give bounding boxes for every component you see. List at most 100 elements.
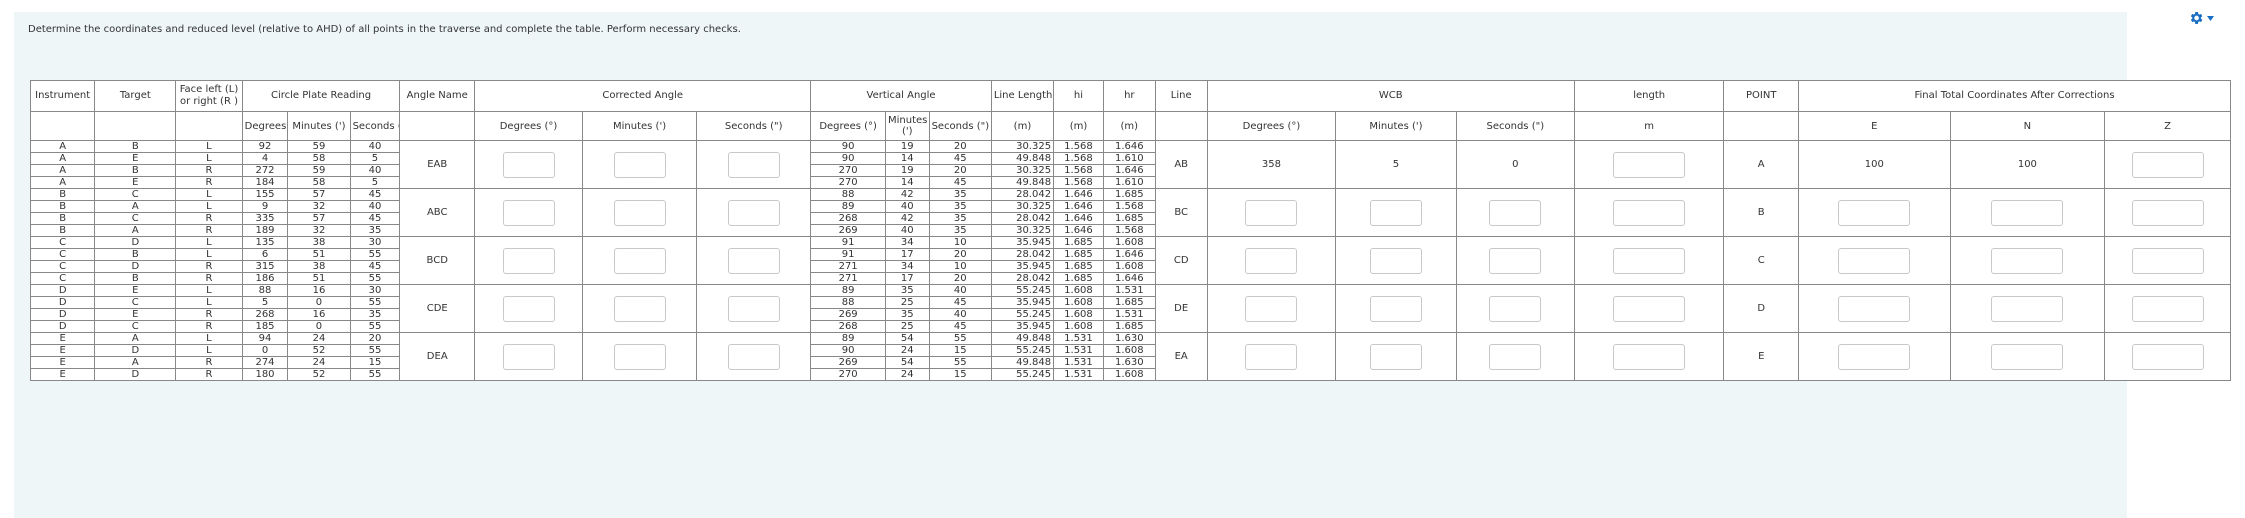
wcb-seconds-cd-input[interactable]	[1489, 247, 1542, 274]
cell-hi: 1.646	[1053, 212, 1104, 225]
cell-cp-minutes: 59	[287, 164, 351, 177]
cell-target: E	[94, 176, 177, 189]
col-circle-plate-reading: Circle Plate Reading	[241, 80, 401, 112]
cell-instrument: B	[29, 224, 96, 237]
cell-target: B	[94, 164, 177, 177]
length-de-input[interactable]	[1613, 295, 1686, 322]
wcb-degrees-de-input[interactable]	[1245, 295, 1298, 322]
coord-n-b-input[interactable]	[1991, 199, 2064, 226]
coord-e-c-input[interactable]	[1838, 247, 1911, 274]
corrected-degrees-eab-input[interactable]	[502, 151, 555, 178]
cell-face: L	[175, 188, 243, 201]
col-wcb: WCB	[1206, 80, 1575, 112]
coord-e-e-input[interactable]	[1838, 343, 1911, 370]
cell-hr: 1.646	[1102, 140, 1156, 153]
wcb-seconds-de-input[interactable]	[1489, 295, 1542, 322]
cell-va-seconds: 10	[928, 236, 992, 249]
coord-z-d-input[interactable]	[2131, 295, 2204, 322]
corrected-minutes-dea-input[interactable]	[613, 343, 666, 370]
corrected-seconds-bcd-input[interactable]	[727, 247, 780, 274]
length-ea-input[interactable]	[1613, 343, 1686, 370]
cell-va-degrees: 269	[810, 308, 886, 321]
col-face: Face left (L) or right (R )	[175, 80, 243, 112]
corrected-seconds-cde-input[interactable]	[727, 295, 780, 322]
cell-cp-minutes: 58	[287, 176, 351, 189]
cell-va-degrees: 90	[810, 344, 886, 357]
corrected-seconds-abc-cell	[696, 188, 812, 237]
corrected-minutes-eab-input[interactable]	[613, 151, 666, 178]
wcb-minutes-de-input[interactable]	[1369, 295, 1422, 322]
cell-cp-seconds: 45	[349, 188, 401, 201]
wcb-degrees-ea-input[interactable]	[1245, 343, 1298, 370]
wcb-degrees-cd-input[interactable]	[1245, 247, 1298, 274]
cell-va-seconds: 45	[928, 320, 992, 333]
table-row: E A L 94 24 20 DEA 89 54 55 49.848 1.531 1.630 EA E	[29, 332, 2231, 381]
corrected-seconds-eab-input[interactable]	[727, 151, 780, 178]
settings-menu-button[interactable]	[2188, 7, 2218, 29]
cell-va-minutes: 42	[884, 188, 930, 201]
wcb-seconds-ea-cell	[1455, 332, 1575, 381]
cell-cp-degrees: 5	[241, 296, 289, 309]
wcb-minutes-bc-input[interactable]	[1369, 199, 1422, 226]
cell-va-seconds: 35	[928, 224, 992, 237]
cell-hi: 1.531	[1053, 368, 1104, 381]
wcb-minutes-ea-input[interactable]	[1369, 343, 1422, 370]
length-bc-cell	[1573, 188, 1725, 237]
cell-va-minutes: 14	[884, 152, 930, 165]
corrected-degrees-bcd-input[interactable]	[502, 247, 555, 274]
coord-z-e-input[interactable]	[2131, 343, 2204, 370]
cell-va-seconds: 20	[928, 272, 992, 285]
line-de: DE	[1154, 284, 1208, 333]
wcb-degrees-de-cell	[1206, 284, 1337, 333]
cell-line-length: 55.245	[990, 368, 1055, 381]
corrected-degrees-eab-cell	[474, 140, 583, 189]
wcb-seconds-ea-input[interactable]	[1489, 343, 1542, 370]
coord-n-e-input[interactable]	[1991, 343, 2064, 370]
coord-z-a-input[interactable]	[2131, 151, 2204, 178]
cell-cp-minutes: 51	[287, 248, 351, 261]
cell-line-length: 30.325	[990, 224, 1055, 237]
subcol-ca-seconds: Seconds (")	[696, 111, 812, 141]
cell-hr: 1.630	[1102, 356, 1156, 369]
coord-e-a-value: 100	[1798, 140, 1951, 189]
cell-cp-degrees: 155	[241, 188, 289, 201]
coord-z-c-input[interactable]	[2131, 247, 2204, 274]
cell-va-degrees: 270	[810, 368, 886, 381]
col-corrected-angle: Corrected Angle	[474, 80, 812, 112]
cell-hr: 1.685	[1102, 296, 1156, 309]
cell-cp-minutes: 58	[287, 152, 351, 165]
cell-cp-degrees: 135	[241, 236, 289, 249]
coord-n-c-input[interactable]	[1991, 247, 2064, 274]
length-bc-input[interactable]	[1613, 199, 1686, 226]
wcb-degrees-ab-value: 358	[1206, 140, 1337, 189]
corrected-minutes-cde-input[interactable]	[613, 295, 666, 322]
wcb-degrees-cd-cell	[1206, 236, 1337, 285]
corrected-minutes-bcd-input[interactable]	[613, 247, 666, 274]
corrected-seconds-dea-input[interactable]	[727, 343, 780, 370]
cell-hr: 1.685	[1102, 212, 1156, 225]
corrected-degrees-dea-input[interactable]	[502, 343, 555, 370]
subcol-wcb-degrees: Degrees (°)	[1206, 111, 1337, 141]
wcb-minutes-cd-input[interactable]	[1369, 247, 1422, 274]
cell-target: A	[94, 356, 177, 369]
cell-instrument: E	[29, 368, 96, 381]
coord-e-b-input[interactable]	[1838, 199, 1911, 226]
cell-instrument: C	[29, 260, 96, 273]
point-c: C	[1723, 236, 1800, 285]
cell-cp-degrees: 335	[241, 212, 289, 225]
corrected-minutes-abc-input[interactable]	[613, 199, 666, 226]
coord-e-d-input[interactable]	[1838, 295, 1911, 322]
coord-n-b-cell	[1949, 188, 2106, 237]
coord-z-b-input[interactable]	[2131, 199, 2204, 226]
length-cd-input[interactable]	[1613, 247, 1686, 274]
cell-cp-seconds: 35	[349, 224, 401, 237]
corrected-seconds-abc-input[interactable]	[727, 199, 780, 226]
corrected-degrees-cde-input[interactable]	[502, 295, 555, 322]
wcb-degrees-bc-input[interactable]	[1245, 199, 1298, 226]
length-ab-input[interactable]	[1613, 151, 1686, 178]
corrected-degrees-abc-input[interactable]	[502, 199, 555, 226]
wcb-seconds-bc-input[interactable]	[1489, 199, 1542, 226]
coord-n-d-input[interactable]	[1991, 295, 2064, 322]
cell-face: L	[175, 344, 243, 357]
point-e: E	[1723, 332, 1800, 381]
